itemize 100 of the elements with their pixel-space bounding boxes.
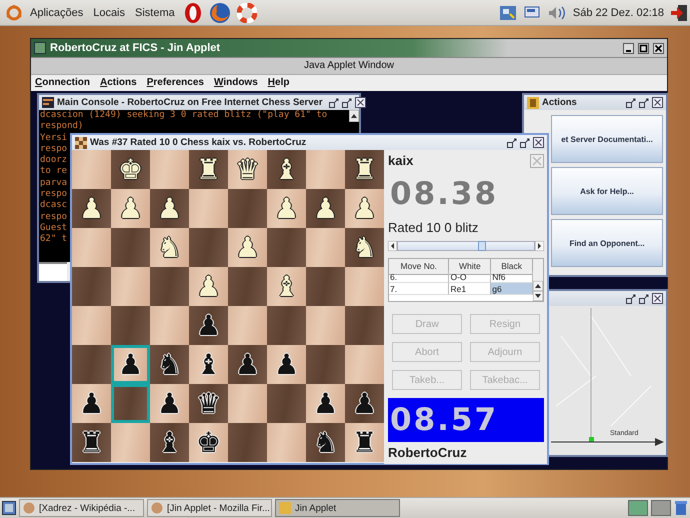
column-header[interactable]: Move No.	[389, 259, 450, 275]
board-square[interactable]: ♟	[111, 345, 150, 384]
taskbar-button[interactable]: Jin Applet	[275, 499, 400, 517]
board-square[interactable]: ♟	[150, 384, 189, 423]
board-square[interactable]: ♝	[189, 345, 228, 384]
action-button[interactable]: Find an Opponent...	[551, 219, 663, 267]
scrollbar-up-icon[interactable]	[349, 110, 359, 122]
chess-piece[interactable]: ♟	[274, 348, 300, 380]
chess-piece[interactable]: ♟	[312, 388, 338, 420]
board-square[interactable]: ♟	[306, 189, 345, 228]
board-square[interactable]: ♜	[189, 150, 228, 189]
maximize-icon[interactable]	[639, 98, 649, 108]
board-square[interactable]	[228, 267, 267, 306]
move-slider[interactable]	[388, 240, 544, 252]
network-tray-icon[interactable]	[498, 4, 517, 20]
chess-piece[interactable]: ♜	[352, 426, 378, 458]
board-square[interactable]	[72, 345, 111, 384]
clock-text[interactable]: Sáb 22 Dez. 02:18	[572, 6, 664, 18]
board-square[interactable]: ♝	[267, 150, 306, 189]
board-square[interactable]: ♜	[345, 423, 384, 462]
table-cell[interactable]: 7.	[389, 283, 450, 295]
slider-thumb[interactable]	[478, 241, 486, 251]
board-square[interactable]: ♚	[189, 423, 228, 462]
menu-item[interactable]: Actions	[100, 75, 137, 91]
column-header[interactable]: Black	[491, 259, 533, 275]
minimize-button[interactable]	[623, 42, 634, 54]
panel-menu[interactable]: Sistema	[133, 6, 177, 18]
board-square[interactable]	[267, 384, 306, 423]
action-button[interactable]: Ask for Help...	[551, 167, 663, 215]
close-icon[interactable]	[652, 293, 663, 304]
restore-icon[interactable]	[507, 138, 517, 148]
chess-piece[interactable]: ♞	[352, 232, 378, 264]
board-square[interactable]: ♟	[150, 189, 189, 228]
chess-piece[interactable]: ♟	[78, 388, 104, 420]
board-square[interactable]	[111, 228, 150, 267]
board-square[interactable]: ♟	[267, 345, 306, 384]
board-square[interactable]	[306, 345, 345, 384]
chess-piece[interactable]: ♟	[156, 388, 182, 420]
show-desktop-icon[interactable]	[2, 501, 16, 515]
board-square[interactable]: ♚	[111, 150, 150, 189]
restore-icon[interactable]	[626, 294, 636, 304]
maximize-icon[interactable]	[342, 98, 352, 108]
board-square[interactable]: ♟	[72, 189, 111, 228]
taskbar-button[interactable]: [Xadrez - Wikipédia -...	[19, 499, 144, 517]
action-button[interactable]: et Server Documentati...	[551, 115, 663, 163]
restore-icon[interactable]	[626, 98, 636, 108]
close-button[interactable]	[653, 42, 664, 54]
board-square[interactable]: ♟	[306, 384, 345, 423]
menu-item[interactable]: Help	[268, 75, 290, 91]
table-cell[interactable]: O-O	[449, 271, 492, 283]
table-cell[interactable]: g6	[491, 283, 533, 295]
arrow-up-icon[interactable]	[533, 281, 543, 291]
board-square[interactable]	[150, 267, 189, 306]
chess-piece[interactable]: ♟	[312, 192, 338, 224]
chess-piece[interactable]: ♟	[156, 192, 182, 224]
board-square[interactable]	[111, 306, 150, 345]
chess-piece[interactable]: ♝	[196, 348, 222, 380]
restore-icon[interactable]	[328, 98, 339, 108]
board-square[interactable]	[345, 306, 384, 345]
trash-icon[interactable]	[674, 500, 688, 516]
board-square[interactable]: ♞	[345, 228, 384, 267]
workspace-switcher[interactable]	[628, 500, 648, 516]
chess-piece[interactable]: ♟	[118, 348, 144, 380]
lifebuoy-icon[interactable]	[236, 2, 257, 22]
chess-piece[interactable]: ♜	[352, 154, 378, 186]
board-square[interactable]	[111, 384, 150, 423]
board-square[interactable]	[189, 228, 228, 267]
display-tray-icon[interactable]	[522, 4, 541, 20]
maximize-button[interactable]	[638, 42, 649, 54]
close-icon[interactable]	[652, 97, 663, 108]
workspace-switcher[interactable]	[651, 500, 671, 516]
taskbar-button[interactable]: [Jin Applet - Mozilla Fir...	[147, 499, 272, 517]
board-square[interactable]	[306, 267, 345, 306]
table-cell[interactable]: 6.	[389, 271, 450, 283]
maximize-icon[interactable]	[639, 294, 649, 304]
close-icon[interactable]	[354, 97, 366, 108]
chess-piece[interactable]: ♝	[274, 154, 300, 186]
column-header[interactable]: White	[449, 259, 492, 275]
maximize-icon[interactable]	[520, 138, 530, 148]
board-square[interactable]	[228, 189, 267, 228]
volume-icon[interactable]	[546, 4, 567, 20]
board-square[interactable]: ♟	[72, 384, 111, 423]
chess-piece[interactable]: ♚	[196, 426, 222, 458]
board-square[interactable]	[72, 267, 111, 306]
board-square[interactable]: ♜	[345, 150, 384, 189]
chess-piece[interactable]: ♚	[118, 154, 144, 186]
board-square[interactable]	[228, 423, 267, 462]
board-square[interactable]	[267, 228, 306, 267]
menu-item[interactable]: Connection	[35, 75, 90, 91]
chess-piece[interactable]: ♜	[196, 154, 222, 186]
panel-menu[interactable]: Aplicações	[28, 6, 86, 18]
logout-icon[interactable]	[670, 4, 688, 22]
chess-piece[interactable]: ♟	[78, 192, 104, 224]
menu-item[interactable]: Windows	[214, 75, 258, 91]
command-input-field[interactable]	[39, 262, 67, 281]
close-icon[interactable]	[533, 137, 544, 148]
panel-menu[interactable]: Locais	[91, 6, 127, 18]
arrow-down-icon[interactable]	[533, 291, 543, 301]
menu-item[interactable]: Preferences	[146, 75, 204, 91]
board-square[interactable]	[267, 306, 306, 345]
